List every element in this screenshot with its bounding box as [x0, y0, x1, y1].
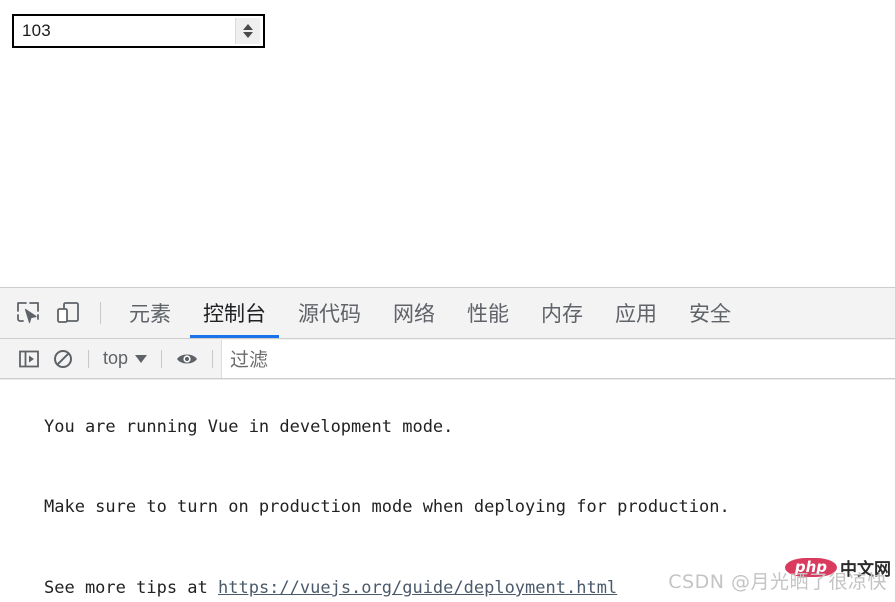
spinner-down-icon[interactable] [243, 32, 253, 38]
live-expression-eye-icon[interactable] [170, 339, 204, 378]
chevron-down-icon [135, 354, 148, 363]
console-filter-placeholder: 过滤 [230, 349, 269, 371]
tab-performance[interactable]: 性能 [451, 288, 525, 338]
inspect-element-icon[interactable] [8, 288, 48, 338]
console-toolbar-divider-3 [212, 349, 214, 368]
number-input[interactable]: 103 [12, 14, 265, 48]
console-context-label: top [103, 348, 129, 368]
console-sidebar-icon[interactable] [12, 339, 46, 378]
console-log-area[interactable]: You are running Vue in development mode.… [0, 379, 895, 602]
vue-msg-line2: Make sure to turn on production mode whe… [44, 497, 730, 518]
tab-security[interactable]: 安全 [673, 288, 747, 338]
console-filter-input[interactable]: 过滤 [221, 339, 895, 378]
number-input-value[interactable]: 103 [14, 16, 235, 46]
devtools-tabbar: 元素 控制台 源代码 网络 性能 内存 应用 安全 [0, 288, 895, 339]
console-toolbar: top 过滤 [0, 339, 895, 379]
tab-memory[interactable]: 内存 [525, 288, 599, 338]
console-context-selector[interactable]: top [97, 346, 153, 372]
log-entry-vue-message: You are running Vue in development mode.… [0, 379, 895, 602]
tab-network[interactable]: 网络 [377, 288, 451, 338]
tab-sources[interactable]: 源代码 [282, 288, 377, 338]
vue-docs-link[interactable]: https://vuejs.org/guide/deployment.html [218, 578, 617, 598]
spinner-up-icon[interactable] [243, 24, 253, 30]
vue-msg-line1: You are running Vue in development mode. [44, 416, 454, 437]
console-toolbar-divider [88, 349, 89, 368]
toolbar-divider [100, 302, 101, 324]
tab-elements[interactable]: 元素 [113, 288, 187, 338]
number-input-spinner[interactable] [235, 18, 260, 44]
clear-console-icon[interactable] [46, 339, 80, 378]
devtools-panel: 元素 控制台 源代码 网络 性能 内存 应用 安全 top 过滤 You are… [0, 287, 895, 602]
tab-application[interactable]: 应用 [599, 288, 673, 338]
console-toolbar-divider-2 [161, 349, 163, 368]
tab-console[interactable]: 控制台 [187, 288, 282, 338]
vue-msg-line3-prefix: See more tips at [44, 578, 218, 599]
web-page-viewport: 103 [0, 0, 895, 287]
device-toolbar-icon[interactable] [48, 288, 88, 338]
